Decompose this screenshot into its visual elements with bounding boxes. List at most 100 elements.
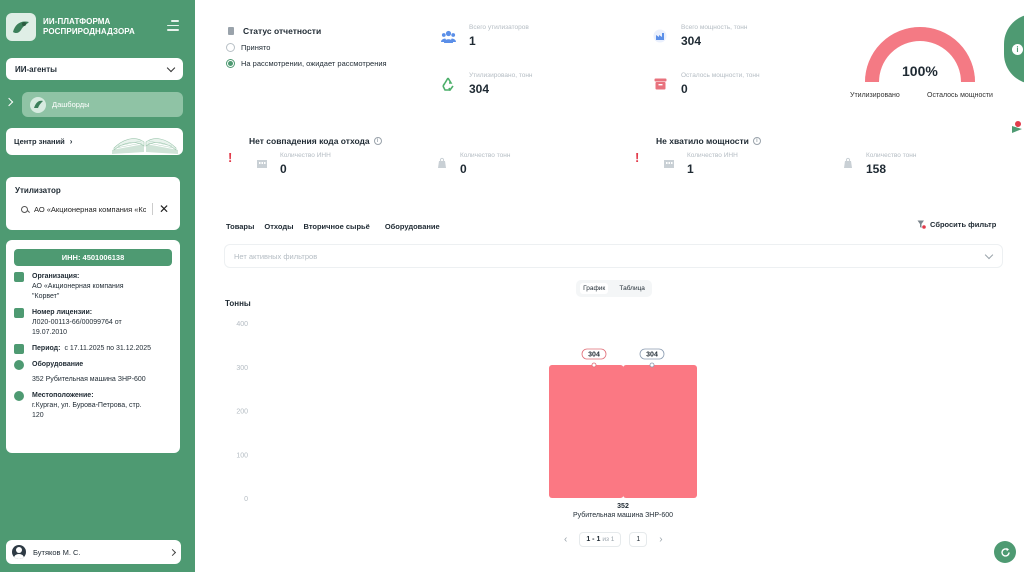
bar-chart: Тонны 0 100 200 300 400 304 304 352Рубительная м…	[225, 299, 697, 519]
brand-title: ИИ-ПЛАТФОРМА РОСПРИРОДНАДЗОРА	[43, 17, 135, 37]
stat-label: Количество тонн	[460, 152, 511, 159]
y-axis-title: Тонны	[225, 299, 251, 308]
license-value-line-1: Л020-00113-66/00099764 от	[32, 319, 122, 326]
page-range-value: 1 - 1	[586, 536, 601, 543]
chart-bar	[549, 365, 624, 498]
data-label: 304	[588, 352, 600, 359]
reset-filter-button[interactable]: Сбросить фильтр	[917, 220, 996, 229]
factory-icon	[652, 28, 668, 44]
close-icon[interactable]: ✕	[159, 203, 169, 215]
users-icon	[440, 28, 456, 44]
stat-value: 304	[681, 34, 702, 48]
location-value-line-2: 120	[32, 412, 44, 419]
chevron-down-icon	[166, 63, 176, 72]
open-book-icon	[112, 138, 178, 154]
mismatch-title: Нет совпадения кода отхода i	[249, 136, 382, 146]
period-row: Период: с 17.11.2025 по 31.12.2025	[14, 344, 172, 354]
radio-button[interactable]	[226, 43, 235, 52]
info-side-tab[interactable]: i	[1004, 14, 1024, 84]
mismatch-title-label: Нет совпадения кода отхода	[249, 136, 370, 146]
chevron-right-icon[interactable]	[4, 97, 14, 107]
chevron-down-icon	[984, 250, 994, 259]
utilizer-panel: Утилизатор АО «Акционерная компания «Кор…	[6, 177, 180, 230]
user-profile[interactable]: Бутяков М. С.	[6, 540, 181, 564]
tab-secondary-raw[interactable]: Вторичное сырьё	[304, 222, 370, 231]
data-point-marker	[649, 362, 655, 368]
y-tick-label: 300	[236, 365, 248, 372]
toggle-table[interactable]: Таблица	[616, 283, 648, 294]
user-name: Бутяков М. С.	[33, 547, 81, 557]
active-filters-select[interactable]: Нет активных фильтров	[224, 244, 1003, 268]
capacity-short-tons: Количество тонн 158	[842, 152, 916, 176]
stat-total-utilizers: Всего утилизаторов 1	[440, 24, 529, 48]
period-label: Период:	[32, 345, 61, 352]
x-tick-label-line-2: Рубительная машина ЗНР-600	[573, 511, 673, 519]
stat-label: Утилизировано, тонн	[469, 72, 533, 79]
y-tick-label: 0	[244, 496, 248, 503]
warning-icon: !	[228, 150, 233, 165]
status-option-label: На рассмотрении, ожидает рассмотрения	[241, 59, 387, 68]
tab-goods[interactable]: Товары	[226, 222, 254, 231]
sidebar-item-dashboards[interactable]: Дашборды	[22, 92, 183, 117]
page-range-total: из 1	[602, 536, 615, 543]
location-pin-icon	[14, 391, 24, 401]
status-option-under-review[interactable]: На рассмотрении, ожидает рассмотрения	[226, 59, 387, 68]
y-tick-label: 100	[236, 452, 248, 459]
gear-icon	[14, 360, 24, 370]
filter-placeholder: Нет активных фильтров	[234, 251, 318, 261]
info-icon[interactable]: i	[373, 137, 382, 145]
toggle-chart[interactable]: График	[580, 283, 609, 294]
filter-reset-icon	[917, 220, 926, 229]
stat-value: 0	[681, 82, 688, 96]
info-icon[interactable]: i	[752, 137, 761, 145]
collapse-menu-icon[interactable]	[167, 20, 179, 31]
prev-page-button[interactable]: ‹	[564, 534, 567, 545]
organization-value-line-1: АО «Акционерная компания	[32, 283, 124, 290]
y-tick-label: 200	[236, 409, 248, 416]
building-icon	[664, 160, 674, 168]
radio-button[interactable]	[226, 59, 235, 68]
location-value-line-1: г.Курган, ул. Бурова-Петрова, стр.	[32, 402, 142, 409]
building-icon	[257, 160, 267, 168]
agents-select[interactable]: ИИ-агенты	[6, 58, 183, 80]
knowledge-center-label: Центр знаний	[14, 137, 65, 146]
refresh-button[interactable]	[994, 541, 1016, 563]
period-value: с 17.11.2025 по 31.12.2025	[64, 345, 152, 352]
utilizer-title: Утилизатор	[15, 186, 61, 195]
tab-waste[interactable]: Отходы	[264, 222, 293, 231]
equipment-value: 352 Рубительная машина ЗНР-600	[32, 376, 146, 383]
weight-icon	[844, 157, 852, 168]
stat-utilized: Утилизировано, тонн 304	[440, 72, 533, 96]
stat-value: 1	[469, 34, 476, 48]
search-icon	[21, 205, 28, 213]
pagination: ‹ 1 - 1 из 1 1 ›	[556, 532, 671, 547]
utilizer-search-input[interactable]: АО «Акционерная компания «Корвет»	[34, 205, 146, 214]
refresh-icon	[1000, 547, 1010, 557]
gauge-right-label: Осталось мощности	[927, 92, 993, 99]
category-tabs: Товары Отходы Вторичное сырьё Оборудован…	[226, 222, 450, 231]
stat-value: 1	[687, 162, 694, 176]
warning-icon: !	[635, 150, 640, 165]
weight-icon	[438, 157, 446, 168]
divider	[152, 203, 153, 215]
utilizer-search[interactable]: АО «Акционерная компания «Корвет» ✕	[15, 203, 171, 215]
utilization-gauge	[865, 27, 975, 83]
assistant-icon[interactable]	[1010, 120, 1024, 136]
chevron-right-icon: ›	[69, 137, 73, 146]
equipment-label: Оборудование	[32, 361, 84, 368]
page-range: 1 - 1 из 1	[579, 532, 622, 547]
stat-total-capacity: Всего мощность, тонн 304	[652, 24, 747, 48]
status-option-accepted[interactable]: Принято	[226, 43, 270, 52]
document-icon	[228, 27, 234, 35]
knowledge-center-link[interactable]: Центр знаний ›	[6, 128, 183, 155]
stat-label: Всего утилизаторов	[469, 24, 529, 31]
reset-filter-label: Сбросить фильтр	[930, 220, 997, 229]
page-number-input[interactable]: 1	[629, 532, 648, 547]
sidebar-item-label: Дашборды	[52, 100, 90, 109]
stat-label: Количество тонн	[866, 152, 917, 159]
next-page-button[interactable]: ›	[659, 534, 662, 545]
tab-equipment[interactable]: Оборудование	[385, 222, 440, 231]
data-point-marker	[591, 362, 597, 368]
location-label: Местоположение:	[32, 392, 94, 399]
sidebar: ИИ-ПЛАТФОРМА РОСПРИРОДНАДЗОРА ИИ-агенты …	[0, 0, 195, 572]
